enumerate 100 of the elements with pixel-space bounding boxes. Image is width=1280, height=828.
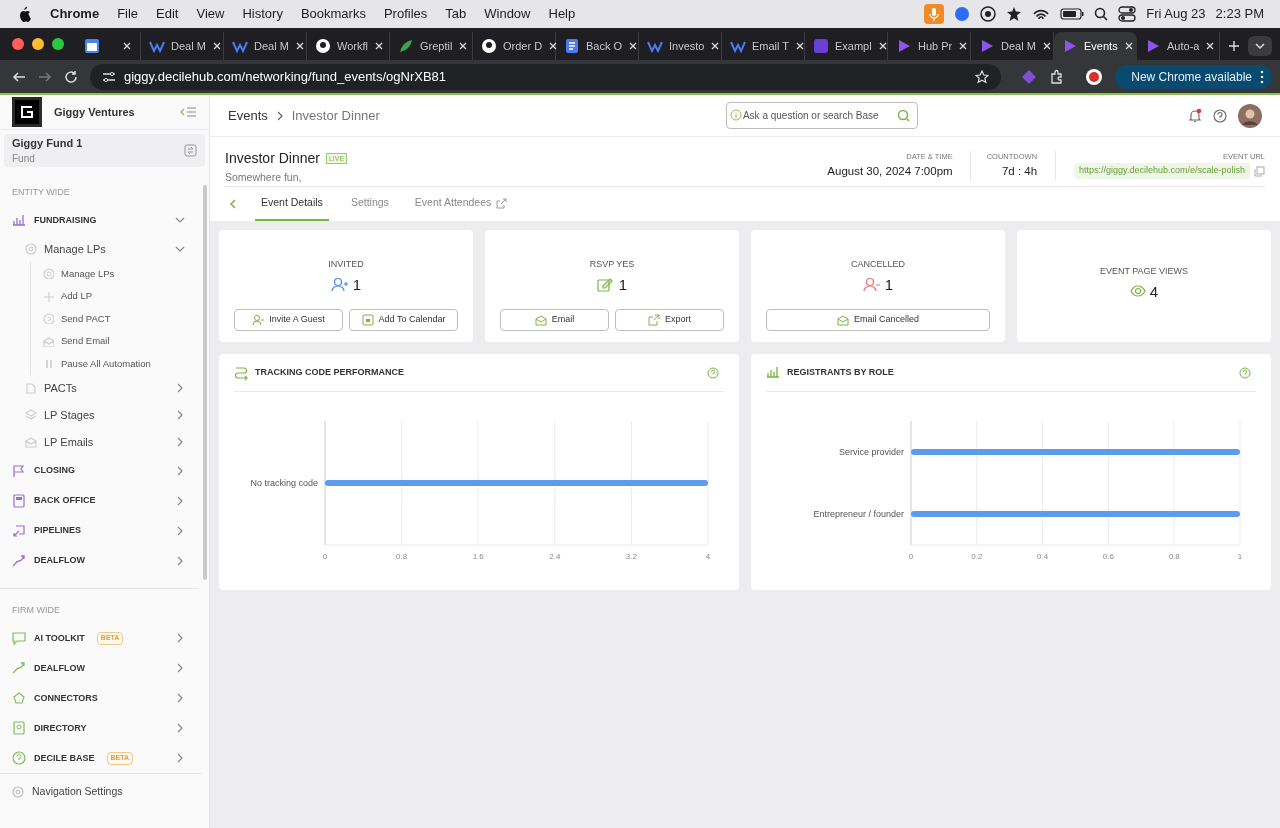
control-center-icon[interactable] xyxy=(1118,6,1137,22)
close-icon[interactable] xyxy=(877,41,888,51)
nav-subitem[interactable]: Manage LPs xyxy=(0,235,199,263)
close-icon[interactable] xyxy=(294,41,305,51)
nav-subitem[interactable]: Pause All Automation xyxy=(43,352,199,375)
navigation-settings-link[interactable]: Navigation Settings xyxy=(0,773,201,810)
tick-label: 4 xyxy=(705,552,711,561)
search-field[interactable]: Ask a question or search Base xyxy=(725,102,918,129)
close-icon[interactable] xyxy=(710,41,721,51)
add-user-icon xyxy=(330,277,349,293)
close-icon[interactable] xyxy=(1041,41,1052,51)
action-button[interactable]: Add To Calendar xyxy=(349,309,458,331)
zoom-window-icon[interactable] xyxy=(52,38,64,50)
search-icon[interactable] xyxy=(1094,7,1109,21)
chevron-right-icon[interactable] xyxy=(175,663,185,674)
nav-subitem[interactable]: PACTs xyxy=(0,374,199,402)
menu-item[interactable]: File xyxy=(117,4,139,24)
nav-item[interactable]: DEALFLOW xyxy=(0,653,199,684)
nav-item[interactable]: CONNECTORS xyxy=(0,683,199,714)
nav-item[interactable]: PIPELINES xyxy=(0,515,199,546)
record-icon[interactable] xyxy=(1085,67,1104,86)
user-avatar[interactable] xyxy=(1238,103,1262,128)
event-tab[interactable]: Event Attendees xyxy=(410,187,512,221)
action-button[interactable]: Export xyxy=(615,309,724,331)
chevron-right-icon[interactable] xyxy=(175,525,185,536)
nav-item[interactable]: DIRECTORY xyxy=(0,713,199,744)
fund-switcher[interactable]: Giggy Fund 1 Fund xyxy=(4,133,205,167)
connector-icon xyxy=(12,691,26,706)
close-icon[interactable] xyxy=(958,41,969,51)
scrollbar[interactable] xyxy=(203,185,207,580)
tab-title: Greptil xyxy=(420,38,453,54)
nav-subitem[interactable]: LP Stages xyxy=(0,401,199,429)
chevron-right-icon[interactable] xyxy=(175,555,185,566)
chevron-right-icon[interactable] xyxy=(175,410,185,421)
menu-item[interactable]: Bookmarks xyxy=(300,4,366,24)
forward-icon[interactable] xyxy=(38,69,52,84)
nav-subitem[interactable]: LP Emails xyxy=(0,428,199,456)
reload-icon[interactable] xyxy=(64,69,78,84)
app-menu[interactable]: Chrome xyxy=(50,4,100,24)
chevron-right-icon[interactable] xyxy=(175,437,185,448)
close-icon[interactable] xyxy=(211,41,222,51)
chevron-right-icon[interactable] xyxy=(175,495,185,506)
chevron-right-icon[interactable] xyxy=(175,693,185,704)
site-settings-icon[interactable] xyxy=(102,69,116,84)
switch-icon[interactable] xyxy=(184,143,197,157)
breadcrumb-link[interactable]: Events xyxy=(228,105,268,126)
chevron-right-icon[interactable] xyxy=(175,753,185,764)
action-button[interactable]: Email Cancelled xyxy=(766,309,990,331)
new-tab-icon[interactable] xyxy=(1228,40,1240,52)
tick-label: 0.4 xyxy=(1037,552,1049,561)
minimize-window-icon[interactable] xyxy=(32,38,44,50)
menu-item[interactable]: View xyxy=(196,4,225,24)
calendar-icon xyxy=(84,38,100,54)
battery-icon[interactable] xyxy=(1060,7,1085,21)
close-icon[interactable] xyxy=(373,41,384,51)
menu-item[interactable]: Help xyxy=(548,4,576,24)
close-icon[interactable] xyxy=(1123,41,1134,51)
nav-subitem[interactable]: Send Email xyxy=(43,329,199,353)
event-tab[interactable]: Event Details xyxy=(255,187,329,221)
detail-value: August 30, 2024 7:00pm xyxy=(827,164,953,180)
event-tab[interactable]: Settings xyxy=(346,187,393,221)
action-button[interactable]: Email xyxy=(500,309,609,331)
nav-item[interactable]: FUNDRAISING xyxy=(0,205,199,236)
menu-item[interactable]: Profiles xyxy=(383,4,428,24)
menu-item[interactable]: Edit xyxy=(156,4,179,24)
action-button[interactable]: Invite A Guest xyxy=(234,309,343,331)
close-icon[interactable] xyxy=(795,41,806,51)
help-icon xyxy=(12,751,26,766)
address-bar[interactable]: giggy.decilehub.com/networking/fund_events/ogNrXB81 xyxy=(90,63,1002,90)
bookmark-star-icon[interactable] xyxy=(975,69,990,84)
close-icon[interactable] xyxy=(1205,41,1216,51)
nav-subitem[interactable]: Send PACT xyxy=(43,307,199,330)
chevron-right-icon[interactable] xyxy=(175,723,185,734)
update-chrome-button[interactable]: New Chrome available xyxy=(1115,64,1272,89)
chevron-right-icon[interactable] xyxy=(175,383,185,394)
menu-item[interactable]: History xyxy=(242,4,283,24)
wifi-icon[interactable] xyxy=(1032,7,1051,21)
nav-item[interactable]: BACK OFFICE xyxy=(0,485,199,516)
trend-icon xyxy=(12,553,26,568)
help-icon[interactable] xyxy=(1213,108,1227,123)
nav-item[interactable]: DEALFLOW xyxy=(0,545,199,576)
nav-item[interactable]: CLOSING xyxy=(0,455,199,486)
menu-item[interactable]: Window xyxy=(484,4,531,24)
close-icon[interactable] xyxy=(458,41,469,51)
more-icon[interactable] xyxy=(1260,69,1264,84)
chevron-right-icon[interactable] xyxy=(175,465,185,476)
status-icon[interactable] xyxy=(980,6,997,22)
tab-search-icon[interactable] xyxy=(1248,36,1272,56)
stat-label: RSVP YES xyxy=(589,258,635,271)
close-icon[interactable] xyxy=(628,41,639,51)
back-icon[interactable] xyxy=(12,69,26,84)
browser-tab[interactable]: Events xyxy=(1054,32,1137,60)
close-icon[interactable] xyxy=(548,41,559,51)
close-icon[interactable] xyxy=(122,41,132,51)
menu-item[interactable]: Tab xyxy=(445,4,467,24)
notification-bell-icon[interactable] xyxy=(1188,108,1202,123)
close-window-icon[interactable] xyxy=(12,38,24,50)
nav-subitem[interactable]: Manage LPs xyxy=(43,262,199,285)
nav-subitem[interactable]: Add LP xyxy=(43,284,199,308)
chevron-right-icon[interactable] xyxy=(175,633,185,644)
